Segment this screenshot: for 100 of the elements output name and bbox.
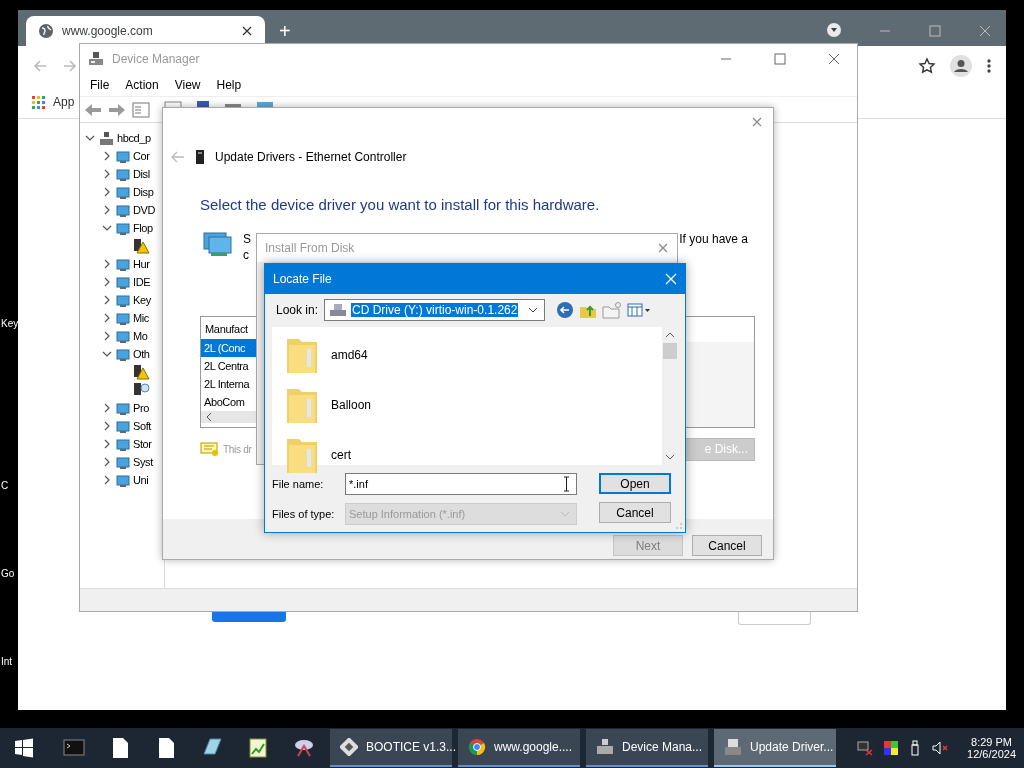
tree-item[interactable]: Mo (133, 330, 148, 342)
taskbar-button[interactable]: Device Mana... (586, 729, 708, 767)
dialog-title: Install From Disk (265, 241, 355, 255)
help-icon[interactable] (196, 101, 210, 107)
device-warning-icon[interactable] (133, 238, 150, 254)
description-text: If you have a (679, 231, 748, 247)
menu-icon[interactable] (986, 58, 992, 74)
device-icon (116, 310, 130, 326)
network-adapter-icon (203, 229, 233, 257)
desktop-icon-label[interactable]: Int (0, 656, 19, 668)
look-in-dropdown[interactable]: CD Drive (Y:) virtio-win-0.1.262 (324, 299, 546, 321)
list-item[interactable]: 2L Interna (201, 375, 256, 393)
menu-item[interactable]: Help (216, 77, 242, 92)
speaker-muted-icon[interactable] (931, 740, 950, 756)
scroll-up-icon[interactable] (665, 331, 675, 339)
device-icon (116, 274, 130, 290)
signature-note: This dr (223, 443, 252, 455)
tree-item[interactable]: Uni (133, 474, 149, 486)
list-item[interactable]: 2L Centra (201, 357, 256, 375)
tree-item[interactable]: DVD (133, 204, 156, 216)
file-name[interactable]: amd64 (331, 348, 368, 362)
network-error-icon[interactable] (857, 740, 874, 756)
device-icon (116, 148, 130, 164)
taskbar-button[interactable]: Update Driver... (714, 729, 836, 767)
open-button[interactable]: Open (599, 473, 671, 494)
browser-tab[interactable]: www.google.com (26, 16, 265, 46)
chart-document-icon[interactable] (247, 737, 269, 759)
horizontal-scrollbar[interactable] (201, 411, 256, 423)
back-icon[interactable] (556, 301, 575, 319)
tree-item[interactable]: Disl (133, 168, 150, 180)
dropdown-caret-icon[interactable] (528, 307, 539, 313)
desktop-icon-label[interactable]: Go (0, 568, 19, 580)
device-icon (195, 149, 205, 165)
resize-grip-icon[interactable] (675, 522, 683, 530)
tree-item[interactable]: Key (133, 294, 151, 306)
bookmark-link[interactable]: App (53, 95, 75, 109)
scroll-left-icon[interactable] (205, 412, 213, 422)
forward-arrow-icon[interactable] (108, 102, 126, 117)
tab-title: www.google.com (62, 24, 154, 38)
back-arrow-icon[interactable] (84, 102, 102, 117)
device-icon (116, 166, 130, 182)
close-icon[interactable] (241, 25, 253, 37)
field-label: Files of type: (272, 508, 336, 520)
tree-item[interactable]: Hur (133, 258, 150, 270)
tree-item[interactable]: Soft (133, 420, 151, 432)
device-icon[interactable] (224, 101, 242, 107)
menu-item[interactable]: Action (125, 77, 159, 92)
scrollbar-thumb[interactable] (663, 343, 677, 359)
apps-icon[interactable] (32, 95, 45, 109)
chrome-browser-icon (468, 738, 486, 756)
monitor-icon[interactable] (256, 101, 274, 107)
device-icon (116, 202, 130, 218)
device-icon (724, 738, 742, 756)
cancel-button[interactable]: Cancel (599, 502, 671, 523)
menu-item[interactable]: File (90, 77, 110, 92)
tab-search-icon[interactable] (826, 22, 842, 38)
tree-item[interactable]: IDE (133, 276, 151, 288)
close-icon[interactable] (827, 51, 841, 66)
tree-item[interactable]: hbcd_p (117, 132, 151, 144)
tree-item[interactable]: Flop (133, 222, 153, 234)
list-item[interactable]: 2L (Conc (201, 339, 256, 357)
file-name-field[interactable]: *.inf (345, 473, 577, 495)
description-text: S (243, 231, 251, 247)
globe-icon (38, 23, 54, 39)
new-tab-button[interactable]: + (279, 16, 291, 46)
tree-item[interactable]: Pro (133, 402, 149, 414)
color-grid-icon[interactable] (883, 740, 900, 756)
profile-icon[interactable] (950, 55, 972, 77)
desktop-icon-label[interactable]: Key (0, 318, 19, 330)
text-cursor-icon (563, 476, 570, 492)
device-icon (116, 220, 130, 236)
tree-item[interactable]: Oth (133, 348, 150, 360)
tree-item[interactable]: Mic (133, 312, 149, 324)
device-warning-icon[interactable] (133, 364, 150, 380)
computer-icon (88, 50, 104, 67)
usb-icon[interactable] (909, 740, 922, 756)
file-name[interactable]: Balloon (331, 398, 372, 412)
device-question-icon[interactable] (133, 382, 150, 398)
clock[interactable]: 8:29 PM 12/6/2024 (957, 736, 1024, 760)
cancel-button[interactable]: Cancel (692, 535, 762, 556)
device-icon (116, 472, 130, 488)
terminal-icon[interactable] (63, 737, 85, 759)
tree-item[interactable]: Syst (133, 456, 153, 468)
device-icon (116, 346, 130, 362)
taskbar-button[interactable]: www.google.... (458, 729, 580, 767)
scroll-down-icon[interactable] (665, 453, 675, 461)
windows-start-icon[interactable] (14, 738, 34, 758)
desktop-icon-label[interactable]: C (0, 480, 19, 492)
star-icon[interactable] (918, 57, 936, 75)
tree-item[interactable]: Cor (133, 150, 150, 162)
tree-item[interactable]: Stor (133, 438, 152, 450)
diamond-icon (340, 738, 358, 756)
menu-item[interactable]: View (174, 77, 201, 92)
field-label: Look in: (276, 303, 319, 317)
view-menu-icon[interactable] (627, 302, 652, 318)
window-title: Update Drivers - Ethernet Controller (215, 150, 407, 164)
tree-item[interactable]: Disp (133, 186, 154, 198)
list-item[interactable]: AboCom (201, 393, 256, 411)
drive-icon (329, 303, 348, 317)
file-name[interactable]: cert (331, 448, 351, 462)
